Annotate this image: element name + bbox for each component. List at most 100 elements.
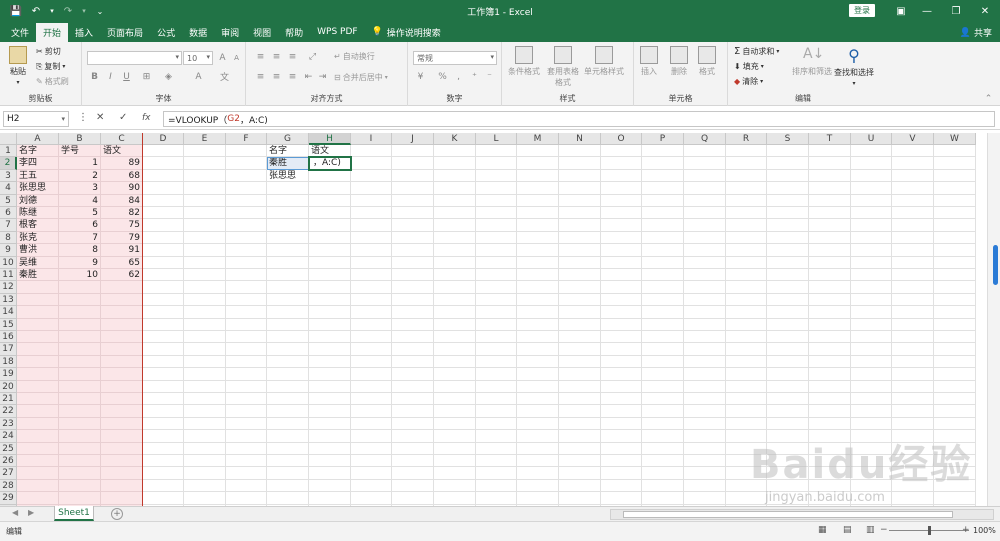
cell-c25[interactable] — [101, 442, 143, 455]
border-icon[interactable]: ⊞ — [140, 70, 153, 83]
cell-l18[interactable] — [476, 355, 517, 369]
cell-r2[interactable] — [726, 157, 767, 170]
cell-u29[interactable] — [851, 492, 892, 505]
tab-file[interactable]: 文件 — [4, 22, 36, 42]
cell-g11[interactable] — [267, 269, 309, 282]
cell-d19[interactable] — [143, 368, 184, 381]
row-header-3[interactable]: 3 — [0, 169, 17, 183]
cell-h28[interactable] — [309, 479, 351, 493]
share-button[interactable]: 👤 共享 — [960, 26, 992, 40]
cell-d27[interactable] — [143, 467, 184, 480]
align-center-icon[interactable]: ≡ — [270, 70, 283, 83]
cell-p12[interactable] — [642, 281, 684, 294]
paste-button[interactable]: 粘贴 ▾ — [9, 46, 27, 86]
align-middle-icon[interactable]: ≡ — [270, 50, 283, 63]
cell-n3[interactable] — [559, 169, 601, 183]
cell-n2[interactable] — [559, 157, 601, 170]
cell-t18[interactable] — [809, 355, 851, 369]
close-icon[interactable]: ✕ — [970, 0, 1000, 22]
cell-w25[interactable] — [934, 442, 976, 455]
align-bottom-icon[interactable]: ≡ — [286, 50, 299, 63]
cell-k29[interactable] — [434, 492, 476, 505]
cell-j11[interactable] — [392, 269, 434, 282]
cell-b6[interactable]: 5 — [59, 207, 101, 220]
cell-q12[interactable] — [684, 281, 726, 294]
cell-s25[interactable] — [767, 442, 809, 455]
cell-o12[interactable] — [601, 281, 642, 294]
cell-i1[interactable] — [351, 145, 392, 158]
cell-l3[interactable] — [476, 169, 517, 183]
cell-d17[interactable] — [143, 343, 184, 356]
cell-r9[interactable] — [726, 244, 767, 257]
cell-i17[interactable] — [351, 343, 392, 356]
cell-n26[interactable] — [559, 455, 601, 468]
cell-j4[interactable] — [392, 182, 434, 195]
cell-k13[interactable] — [434, 293, 476, 307]
cell-p8[interactable] — [642, 231, 684, 245]
cell-t16[interactable] — [809, 331, 851, 344]
cell-f10[interactable] — [226, 256, 267, 269]
column-header-p[interactable]: P — [642, 133, 684, 145]
cell-i2[interactable] — [351, 157, 392, 170]
cell-b11[interactable]: 10 — [59, 269, 101, 282]
cell-v10[interactable] — [892, 256, 934, 269]
font-size-combo[interactable]: 10 ▾ — [183, 51, 213, 65]
cell-i16[interactable] — [351, 331, 392, 344]
cell-n16[interactable] — [559, 331, 601, 344]
cell-d5[interactable] — [143, 194, 184, 207]
vertical-scroll-thumb[interactable] — [993, 245, 998, 285]
cell-w26[interactable] — [934, 455, 976, 468]
cell-u24[interactable] — [851, 430, 892, 443]
cell-p15[interactable] — [642, 318, 684, 331]
indent-decrease-icon[interactable]: ⇤ — [302, 70, 315, 83]
cell-w5[interactable] — [934, 194, 976, 207]
cell-u12[interactable] — [851, 281, 892, 294]
cell-h11[interactable] — [309, 269, 351, 282]
cell-h21[interactable] — [309, 393, 351, 406]
cell-n14[interactable] — [559, 306, 601, 319]
cell-h13[interactable] — [309, 293, 351, 307]
cell-s8[interactable] — [767, 231, 809, 245]
cell-e3[interactable] — [184, 169, 226, 183]
cell-a21[interactable] — [17, 393, 59, 406]
prev-sheet-icon[interactable]: ◀ — [12, 508, 18, 517]
cell-v9[interactable] — [892, 244, 934, 257]
cell-i25[interactable] — [351, 442, 392, 455]
wrap-text-button[interactable]: ↵ 自动换行 — [334, 51, 375, 62]
cell-d29[interactable] — [143, 492, 184, 505]
format-painter-button[interactable]: ✎ 格式刷 — [36, 76, 69, 87]
cell-q4[interactable] — [684, 182, 726, 195]
cell-v4[interactable] — [892, 182, 934, 195]
chevron-down-icon[interactable]: ▾ — [80, 3, 88, 19]
cell-s14[interactable] — [767, 306, 809, 319]
cell-t6[interactable] — [809, 207, 851, 220]
cell-k3[interactable] — [434, 169, 476, 183]
column-header-i[interactable]: I — [351, 133, 392, 145]
cell-w14[interactable] — [934, 306, 976, 319]
cell-l12[interactable] — [476, 281, 517, 294]
cell-g20[interactable] — [267, 380, 309, 393]
cell-p25[interactable] — [642, 442, 684, 455]
cell-g3[interactable]: 张思思 — [267, 169, 309, 183]
cell-j19[interactable] — [392, 368, 434, 381]
cell-a24[interactable] — [17, 430, 59, 443]
cell-i4[interactable] — [351, 182, 392, 195]
cell-m17[interactable] — [517, 343, 559, 356]
cell-e20[interactable] — [184, 380, 226, 393]
column-header-d[interactable]: D — [143, 133, 184, 145]
cell-j26[interactable] — [392, 455, 434, 468]
cell-r26[interactable] — [726, 455, 767, 468]
cell-b15[interactable] — [59, 318, 101, 331]
row-header-4[interactable]: 4 — [0, 182, 17, 195]
cell-b29[interactable] — [59, 492, 101, 505]
cell-d14[interactable] — [143, 306, 184, 319]
column-header-v[interactable]: V — [892, 133, 934, 145]
cell-i26[interactable] — [351, 455, 392, 468]
cell-p16[interactable] — [642, 331, 684, 344]
column-header-r[interactable]: R — [726, 133, 767, 145]
cell-r14[interactable] — [726, 306, 767, 319]
cell-p27[interactable] — [642, 467, 684, 480]
cell-v6[interactable] — [892, 207, 934, 220]
cell-g23[interactable] — [267, 417, 309, 431]
cell-d16[interactable] — [143, 331, 184, 344]
